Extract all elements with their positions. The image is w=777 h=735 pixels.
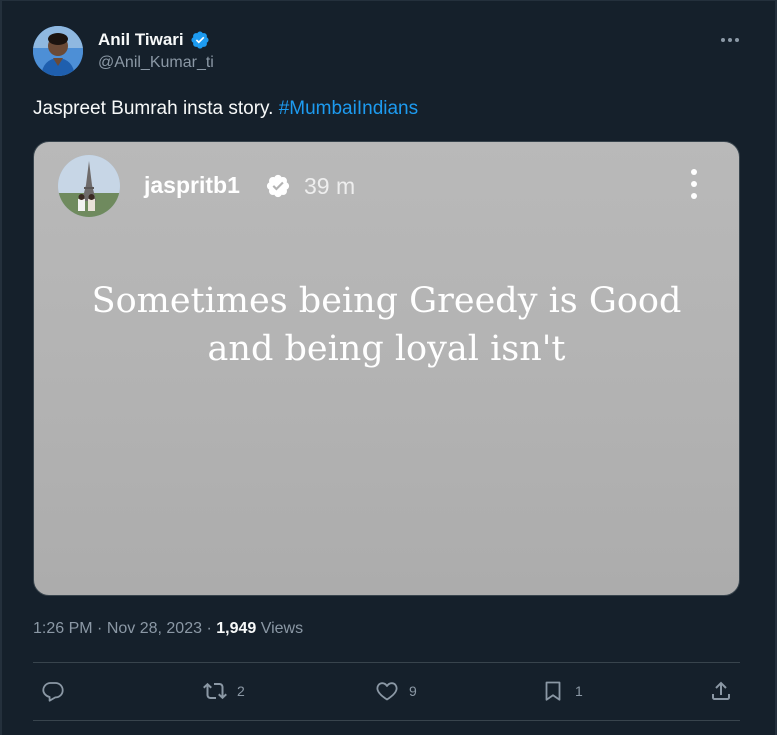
- tweet-media-image[interactable]: jaspritb1 39 m Sometimes being Greedy is…: [33, 141, 740, 596]
- story-avatar: [58, 155, 120, 217]
- tweet-card: Anil Tiwari @Anil_Kumar_ti Jaspreet Bumr…: [0, 0, 777, 735]
- reply-bubble-icon: [42, 682, 64, 702]
- bookmark-count: 1: [575, 683, 583, 699]
- author-name[interactable]: Anil Tiwari: [98, 30, 184, 50]
- reply-button[interactable]: [41, 662, 75, 720]
- share-upload-icon: [712, 681, 730, 700]
- divider-bottom: [33, 720, 740, 721]
- frame-border-top: [0, 0, 777, 1]
- bookmark-button[interactable]: 1: [541, 662, 583, 720]
- story-quote-line-1: Sometimes being Greedy is Good: [91, 281, 682, 321]
- story-time: 39 m: [304, 173, 356, 199]
- bookmark-icon: [545, 681, 561, 701]
- meta-separator: ·: [92, 620, 107, 637]
- story-quote-line-2: and being loyal isn't: [207, 329, 566, 369]
- story-verified-icon: [266, 174, 290, 198]
- like-button[interactable]: 9: [375, 662, 417, 720]
- frame-border-left: [0, 0, 2, 735]
- story-username: jaspritb1: [144, 172, 240, 198]
- heart-icon: [376, 682, 398, 701]
- retweet-button[interactable]: 2: [203, 662, 245, 720]
- meta-separator-2: ·: [202, 620, 217, 637]
- tweet-text: Jaspreet Bumrah insta story. #MumbaiIndi…: [33, 98, 418, 120]
- author-handle[interactable]: @Anil_Kumar_ti: [98, 54, 214, 72]
- author-avatar[interactable]: [33, 26, 83, 76]
- tweet-date[interactable]: Nov 28, 2023: [107, 620, 202, 637]
- hashtag-link[interactable]: #MumbaiIndians: [279, 98, 418, 119]
- story-quote: Sometimes being Greedy is Good and being…: [34, 277, 739, 373]
- views-count: 1,949: [216, 620, 257, 637]
- story-more-icon: [691, 169, 697, 199]
- action-bar: 2 9 1: [33, 662, 740, 720]
- retweet-icon: [203, 682, 227, 700]
- tweet-meta: 1:26 PM · Nov 28, 2023 · 1,949 Views: [33, 620, 303, 638]
- share-button[interactable]: [709, 662, 733, 720]
- verified-badge-icon: [191, 31, 209, 49]
- tweet-body: Jaspreet Bumrah insta story.: [33, 98, 279, 119]
- like-count: 9: [409, 683, 417, 699]
- retweet-count: 2: [237, 683, 245, 699]
- more-dots-icon: [721, 38, 739, 42]
- more-options-button[interactable]: [716, 28, 744, 52]
- tweet-time[interactable]: 1:26 PM: [33, 620, 93, 637]
- author-name-row[interactable]: Anil Tiwari: [98, 30, 210, 50]
- views-label: Views: [256, 620, 304, 637]
